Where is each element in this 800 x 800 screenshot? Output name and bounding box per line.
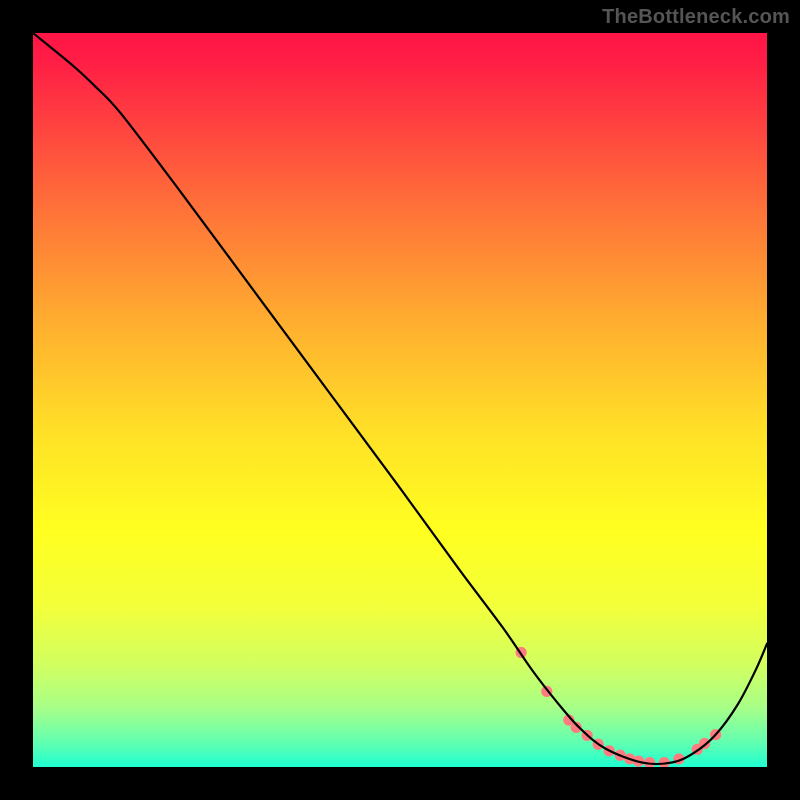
chart-svg: [33, 33, 767, 767]
watermark-text: TheBottleneck.com: [602, 6, 790, 29]
chart-frame: TheBottleneck.com: [0, 0, 800, 800]
plot-area: [33, 33, 767, 767]
